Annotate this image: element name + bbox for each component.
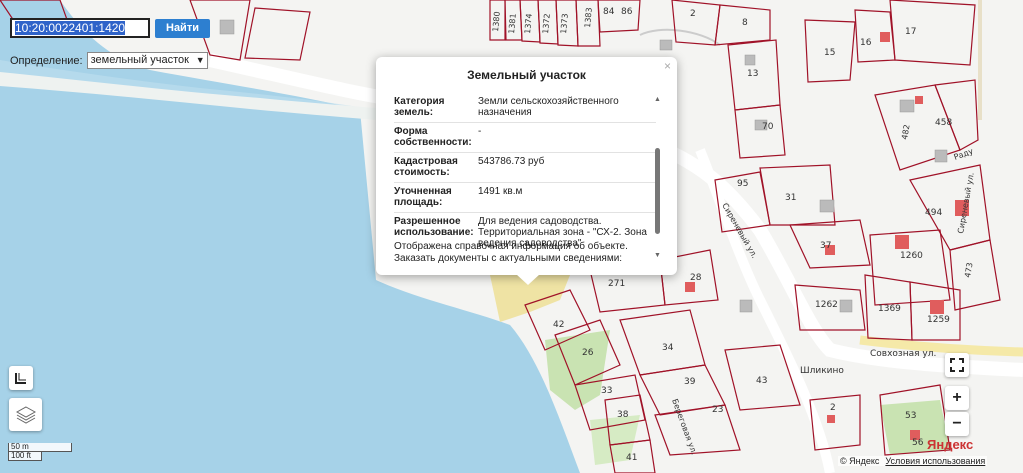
table-row: Кадастровая стоимость: 543786.73 руб — [394, 152, 656, 183]
ruler-icon — [15, 373, 26, 384]
plot-number: 38 — [617, 410, 629, 420]
chevron-down-icon: ▼ — [195, 55, 205, 65]
plot-number: 1381 — [507, 13, 518, 34]
place-label: Шликино — [800, 366, 844, 376]
plot-number: 41 — [626, 453, 637, 463]
scroll-down-arrow-icon[interactable]: ▼ — [654, 252, 661, 259]
plot-number: 39 — [684, 377, 696, 387]
table-row: Форма собственности: - — [394, 122, 656, 153]
info-popup: × Земельный участок Категория земель: Зем… — [376, 57, 677, 275]
table-row: Категория земель: Земли сельскохозяйствен… — [394, 93, 656, 123]
plot-number: 2 — [690, 9, 696, 19]
plot-number: 458 — [935, 118, 952, 128]
cadastral-number-input[interactable]: 10:20:0022401:1420 — [10, 18, 150, 38]
fullscreen-icon — [950, 358, 964, 372]
plot-number: 53 — [905, 411, 916, 421]
popup-scrollbar[interactable] — [655, 148, 660, 234]
copyright-text: © Яндекс — [840, 456, 880, 466]
attributes-table: Категория земель: Земли сельскохозяйствен… — [394, 93, 656, 253]
definition-label: Определение: — [10, 54, 83, 67]
popup-pointer — [516, 274, 540, 285]
popup-note: Отображена справочная информация об объе… — [394, 241, 628, 264]
definition-select[interactable]: земельный участок ▼ — [86, 52, 208, 69]
plot-number: 23 — [712, 405, 723, 415]
street-label: Совхозная ул. — [870, 349, 936, 359]
plot-number: 1380 — [491, 11, 502, 32]
plot-number: 13 — [747, 69, 758, 79]
plot-number: 34 — [662, 343, 674, 353]
plot-number: 33 — [601, 386, 612, 396]
plot-number: 1383 — [583, 7, 594, 28]
find-button[interactable]: Найти — [155, 19, 210, 38]
plot-number: 1373 — [559, 13, 570, 34]
table-row: Уточненная площадь: 1491 кв.м — [394, 182, 656, 213]
plot-number: 1262 — [815, 300, 838, 310]
plot-number: 16 — [860, 38, 872, 48]
plot-number: 95 — [737, 179, 748, 189]
terms-link[interactable]: Условия использования — [885, 456, 985, 466]
zoom-out-button[interactable]: − — [945, 412, 969, 436]
layers-icon — [15, 405, 36, 424]
scale-bar: 50 m 100 ft — [8, 443, 72, 461]
plot-number: 28 — [690, 273, 702, 283]
plot-number: 70 — [762, 122, 774, 132]
attribution: © Яндекс Условия использования — [838, 456, 988, 466]
plot-number: 2 — [830, 403, 836, 413]
popup-title: Земельный участок — [467, 68, 586, 82]
plot-number: 43 — [756, 376, 767, 386]
plot-number: 56 — [912, 438, 924, 448]
layers-button[interactable] — [9, 398, 42, 431]
plot-number: 494 — [925, 208, 942, 218]
plot-number: 15 — [824, 48, 835, 58]
plot-number: 37 — [820, 241, 831, 251]
plot-number: 1259 — [927, 315, 950, 325]
definition-row: Определение: земельный участок ▼ — [10, 52, 208, 69]
scroll-up-arrow-icon[interactable]: ▲ — [654, 96, 661, 103]
plot-number: 84 — [603, 7, 615, 17]
yandex-logo: Яндекс — [927, 437, 974, 452]
fullscreen-button[interactable] — [945, 353, 969, 377]
zoom-in-button[interactable]: + — [945, 386, 969, 410]
plot-number: 26 — [582, 348, 594, 358]
plot-number: 31 — [785, 193, 796, 203]
ruler-button[interactable] — [9, 366, 33, 390]
plot-number: 271 — [608, 279, 625, 289]
plot-number: 86 — [621, 7, 633, 17]
scale-feet: 100 ft — [8, 452, 42, 461]
plot-number: 1372 — [541, 13, 552, 34]
plot-number: 8 — [742, 18, 748, 28]
plot-number: 1374 — [523, 13, 534, 34]
plot-number: 1260 — [900, 251, 923, 261]
plot-number: 42 — [553, 320, 564, 330]
plot-number: 1369 — [878, 304, 901, 314]
plot-number: 17 — [905, 27, 916, 37]
